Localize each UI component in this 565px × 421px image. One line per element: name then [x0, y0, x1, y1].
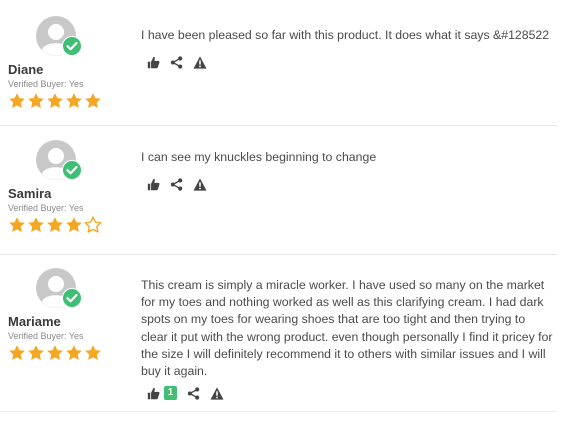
avatar [36, 16, 82, 56]
share-icon [170, 56, 183, 69]
avatar [36, 140, 82, 180]
star-empty-icon [84, 216, 102, 233]
verified-check-icon [62, 160, 82, 180]
star-filled-icon [28, 217, 44, 233]
star-filled-icon [28, 345, 44, 361]
reviewer-info: Mariame Verified Buyer: Yes [8, 268, 128, 362]
verified-check-icon [62, 288, 82, 308]
verified-buyer-label: Verified Buyer: Yes [8, 203, 84, 213]
verified-check-icon [62, 36, 82, 56]
star-filled-icon [47, 345, 63, 361]
review-text: I have been pleased so far with this pro… [141, 28, 550, 42]
verified-buyer-label: Verified Buyer: Yes [8, 79, 84, 89]
verified-buyer-label: Verified Buyer: Yes [8, 331, 84, 341]
review-divider [0, 125, 557, 126]
helpful-count-badge: 1 [164, 386, 177, 400]
review-actions [147, 178, 217, 191]
avatar [36, 268, 82, 308]
helpful-button[interactable]: 1 [147, 386, 177, 400]
star-filled-icon [47, 217, 63, 233]
star-filled-icon [9, 345, 25, 361]
thumbs-up-icon [147, 178, 160, 191]
star-filled-icon [85, 345, 101, 361]
star-filled-icon [9, 217, 25, 233]
review-divider [0, 411, 557, 412]
share-icon [170, 178, 183, 191]
report-button[interactable] [193, 178, 207, 191]
review-actions [147, 56, 217, 69]
star-rating [8, 216, 128, 234]
reviewer-name: Samira [8, 186, 52, 201]
share-button[interactable] [170, 56, 183, 69]
helpful-button[interactable] [147, 178, 160, 191]
star-filled-icon [85, 93, 101, 109]
star-filled-icon [28, 93, 44, 109]
report-button[interactable] [193, 56, 207, 69]
report-icon [193, 56, 207, 69]
share-button[interactable] [187, 386, 200, 400]
report-icon [193, 178, 207, 191]
report-button[interactable] [210, 386, 224, 400]
review-divider [0, 254, 557, 255]
thumbs-up-icon [147, 56, 160, 69]
share-button[interactable] [170, 178, 183, 191]
report-icon [210, 386, 224, 400]
helpful-button[interactable] [147, 56, 160, 69]
star-filled-icon [66, 345, 82, 361]
reviewer-info: Samira Verified Buyer: Yes [8, 140, 128, 234]
reviewer-info: Diane Verified Buyer: Yes [8, 16, 128, 110]
reviewer-name: Diane [8, 62, 44, 77]
reviewer-name: Mariame [8, 314, 61, 329]
review-text: This cream is simply a miracle worker. I… [141, 278, 553, 379]
review-text: I can see my knuckles beginning to chang… [141, 150, 377, 164]
star-filled-icon [66, 93, 82, 109]
star-filled-icon [9, 93, 25, 109]
star-filled-icon [66, 217, 82, 233]
star-filled-icon [47, 93, 63, 109]
star-rating [8, 92, 128, 110]
star-rating [8, 344, 128, 362]
thumbs-up-icon [147, 387, 160, 399]
review-actions: 1 [147, 386, 234, 400]
share-icon [187, 386, 200, 400]
